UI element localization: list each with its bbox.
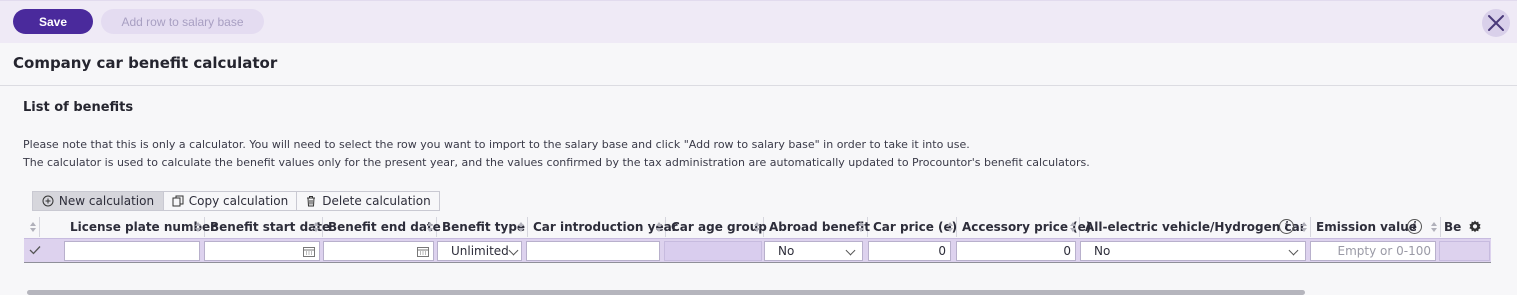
column-header-label: Abroad benefit	[769, 220, 870, 234]
horizontal-scrollbar[interactable]	[27, 290, 1305, 295]
column-header-end-date[interactable]: Benefit end date	[323, 217, 441, 237]
divider	[0, 85, 1517, 86]
column-header-label: All-electric vehicle/Hydrogen car	[1085, 220, 1306, 234]
column-header-label: Car price (e)	[873, 220, 958, 234]
grid-toolbar: New calculation Copy calculation Delete …	[32, 191, 440, 211]
column-settings-button[interactable]	[1468, 217, 1484, 237]
info-note-line-1: Please note that this is only a calculat…	[23, 138, 970, 151]
section-title: List of benefits	[23, 100, 134, 115]
column-header-age-group[interactable]: Car age group	[666, 217, 767, 237]
sort-icon	[1301, 222, 1307, 232]
column-header-label: Car age group	[671, 220, 767, 234]
column-header-license-plate[interactable]: License plate number	[40, 217, 216, 237]
sort-icon	[754, 222, 760, 232]
delete-calculation-button[interactable]: Delete calculation	[297, 192, 439, 210]
license-plate-input[interactable]	[64, 241, 200, 261]
sort-icon	[30, 222, 36, 232]
delete-calculation-label: Delete calculation	[322, 194, 431, 208]
top-action-bar: Save Add row to salary base	[0, 0, 1517, 43]
close-button[interactable]	[1482, 9, 1510, 37]
emission-value-placeholder: Empty or 0-100	[1337, 244, 1431, 258]
info-icon[interactable]: i	[1279, 219, 1294, 234]
column-header-label: Be	[1444, 220, 1462, 234]
column-header-emission-value[interactable]: Emission value i	[1311, 217, 1441, 237]
benefit-start-date-input[interactable]	[204, 241, 320, 261]
sort-icon	[313, 222, 319, 232]
column-header-label: Benefit start date	[210, 220, 331, 234]
close-icon	[1488, 15, 1504, 31]
table-row[interactable]: Unlimited No 0 0 No Empty or 0-100	[24, 238, 1491, 263]
truncated-cell	[1439, 241, 1490, 261]
sort-icon	[1431, 222, 1437, 232]
column-header-select[interactable]	[24, 217, 40, 237]
car-price-value: 0	[938, 244, 946, 258]
chevron-down-icon	[1288, 245, 1299, 256]
chevron-down-icon	[508, 245, 519, 256]
sort-icon	[195, 222, 201, 232]
sort-icon	[1070, 222, 1076, 232]
gear-icon	[1469, 220, 1481, 233]
column-header-label: License plate number	[70, 220, 217, 234]
sort-icon	[858, 222, 864, 232]
abroad-benefit-value: No	[778, 244, 795, 258]
calendar-icon[interactable]	[303, 246, 315, 257]
column-header-car-price[interactable]: Car price (e)	[868, 217, 957, 237]
column-header-label: Benefit type	[442, 220, 526, 234]
plus-circle-icon	[42, 195, 54, 207]
column-header-accessory-price[interactable]: Accessory price (e)	[957, 217, 1091, 237]
save-button[interactable]: Save	[13, 9, 93, 34]
electric-vehicle-value: No	[1094, 244, 1111, 258]
chevron-down-icon	[845, 245, 856, 256]
copy-icon	[172, 195, 184, 207]
sort-icon	[656, 222, 662, 232]
column-header-label: Benefit end date	[328, 220, 441, 234]
new-calculation-label: New calculation	[58, 194, 155, 208]
trash-icon	[305, 195, 317, 207]
benefit-end-date-input[interactable]	[323, 241, 434, 261]
sort-icon	[947, 222, 953, 232]
column-header-introduction-year[interactable]: Car introduction year	[528, 217, 678, 237]
checkmark-icon[interactable]	[29, 245, 41, 255]
abroad-benefit-select[interactable]: No	[764, 241, 863, 261]
page-title: Company car benefit calculator	[13, 54, 278, 72]
add-row-to-salary-base-button[interactable]: Add row to salary base	[101, 9, 264, 34]
new-calculation-button[interactable]: New calculation	[33, 192, 164, 210]
accessory-price-value: 0	[1063, 244, 1071, 258]
car-age-group-cell	[664, 241, 762, 261]
calendar-icon[interactable]	[417, 246, 429, 257]
column-header-label: Emission value	[1316, 220, 1417, 234]
column-header-abroad-benefit[interactable]: Abroad benefit	[764, 217, 870, 237]
emission-value-input[interactable]: Empty or 0-100	[1310, 241, 1436, 261]
car-introduction-year-input[interactable]	[526, 241, 660, 261]
sort-icon	[427, 222, 433, 232]
info-icon[interactable]: i	[1407, 219, 1422, 234]
info-note-line-2: The calculator is used to calculate the …	[23, 156, 1090, 169]
column-header-electric[interactable]: All-electric vehicle/Hydrogen car i	[1080, 217, 1311, 237]
column-header-start-date[interactable]: Benefit start date	[205, 217, 330, 237]
copy-calculation-label: Copy calculation	[188, 194, 289, 208]
sort-icon	[518, 222, 524, 232]
accessory-price-input[interactable]: 0	[956, 241, 1076, 261]
benefit-type-value: Unlimited	[451, 244, 509, 258]
car-price-input[interactable]: 0	[868, 241, 951, 261]
benefit-type-select[interactable]: Unlimited	[437, 241, 522, 261]
copy-calculation-button[interactable]: Copy calculation	[164, 192, 297, 210]
column-header-truncated[interactable]: Be	[1441, 217, 1461, 237]
electric-vehicle-select[interactable]: No	[1080, 241, 1306, 261]
column-header-benefit-type[interactable]: Benefit type	[437, 217, 528, 237]
